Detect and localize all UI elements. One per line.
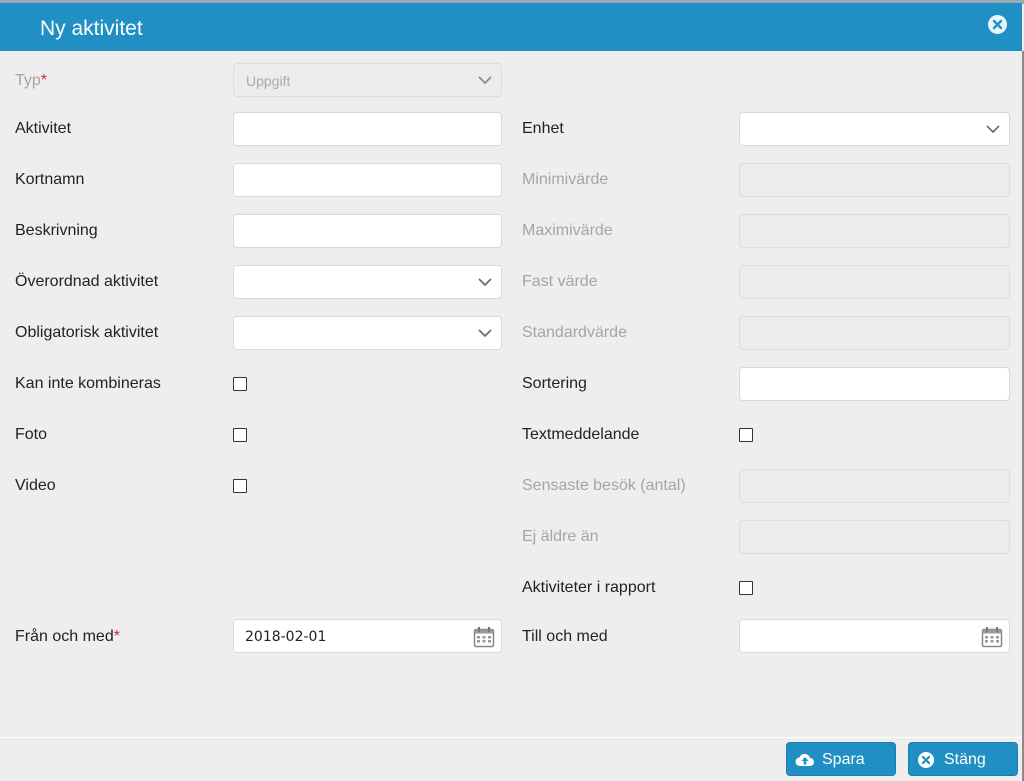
enhet-select[interactable] (739, 112, 1010, 146)
close-button[interactable]: Stäng (908, 742, 1018, 776)
chevron-down-icon (478, 76, 492, 85)
overordnad-select[interactable] (233, 265, 502, 299)
minimivarde-input[interactable] (739, 163, 1010, 197)
sortering-label: Sortering (522, 375, 587, 392)
ej-aldre-an-input[interactable] (739, 520, 1010, 554)
kortnamn-input[interactable] (233, 163, 502, 197)
fast-varde-input[interactable] (739, 265, 1010, 299)
aktiviteter-i-rapport-checkbox[interactable] (739, 581, 753, 595)
sortering-input[interactable] (739, 367, 1010, 401)
beskrivning-label: Beskrivning (15, 222, 98, 239)
close-button-label: Stäng (944, 751, 986, 768)
close-circle-icon (918, 752, 934, 768)
fran-och-med-date-input[interactable]: 2018-02-01 (233, 619, 502, 653)
chevron-down-icon (986, 125, 1000, 134)
dialog-titlebar: Ny aktivitet (0, 3, 1022, 51)
fran-och-med-value: 2018-02-01 (245, 629, 327, 645)
dialog-title: Ny aktivitet (40, 17, 143, 40)
chevron-down-icon (478, 329, 492, 338)
textmeddelande-checkbox[interactable] (739, 428, 753, 442)
typ-label: Typ* (15, 72, 48, 89)
video-checkbox[interactable] (233, 479, 247, 493)
aktiviteter-i-rapport-label: Aktiviteter i rapport (522, 579, 656, 596)
sensaste-besok-label: Sensaste besök (antal) (522, 477, 686, 494)
obligatorisk-select[interactable] (233, 316, 502, 350)
typ-select[interactable]: Uppgift (233, 63, 502, 97)
typ-select-value: Uppgift (246, 73, 291, 89)
textmeddelande-label: Textmeddelande (522, 426, 640, 443)
aktivitet-input[interactable] (233, 112, 502, 146)
beskrivning-input[interactable] (233, 214, 502, 248)
save-button-label: Spara (822, 751, 865, 768)
sensaste-besok-input[interactable] (739, 469, 1010, 503)
kan-inte-kombineras-checkbox[interactable] (233, 377, 247, 391)
standardvarde-input[interactable] (739, 316, 1010, 350)
ej-aldre-an-label: Ej äldre än (522, 528, 599, 545)
overordnad-label: Överordnad aktivitet (15, 273, 159, 290)
fast-varde-label: Fast värde (522, 273, 598, 290)
kan-inte-kombineras-label: Kan inte kombineras (15, 375, 161, 392)
cloud-upload-icon (795, 753, 814, 767)
foto-checkbox[interactable] (233, 428, 247, 442)
enhet-label: Enhet (522, 120, 564, 137)
maximivarde-label: Maximivärde (522, 222, 613, 239)
standardvarde-label: Standardvärde (522, 324, 627, 341)
minimivarde-label: Minimivärde (522, 171, 609, 188)
till-och-med-label: Till och med (522, 628, 608, 645)
kortnamn-label: Kortnamn (15, 171, 85, 188)
chevron-down-icon (478, 278, 492, 287)
foto-label: Foto (15, 426, 48, 443)
till-och-med-date-input[interactable] (739, 619, 1010, 653)
aktivitet-label: Aktivitet (15, 120, 72, 137)
calendar-icon[interactable] (473, 626, 495, 648)
maximivarde-input[interactable] (739, 214, 1010, 248)
save-button[interactable]: Spara (786, 742, 896, 776)
video-label: Video (15, 477, 56, 494)
footer-divider (0, 737, 1022, 738)
close-icon[interactable] (988, 15, 1007, 34)
obligatorisk-label: Obligatorisk aktivitet (15, 324, 159, 341)
calendar-icon[interactable] (981, 626, 1003, 648)
fran-och-med-label: Från och med* (15, 628, 120, 645)
